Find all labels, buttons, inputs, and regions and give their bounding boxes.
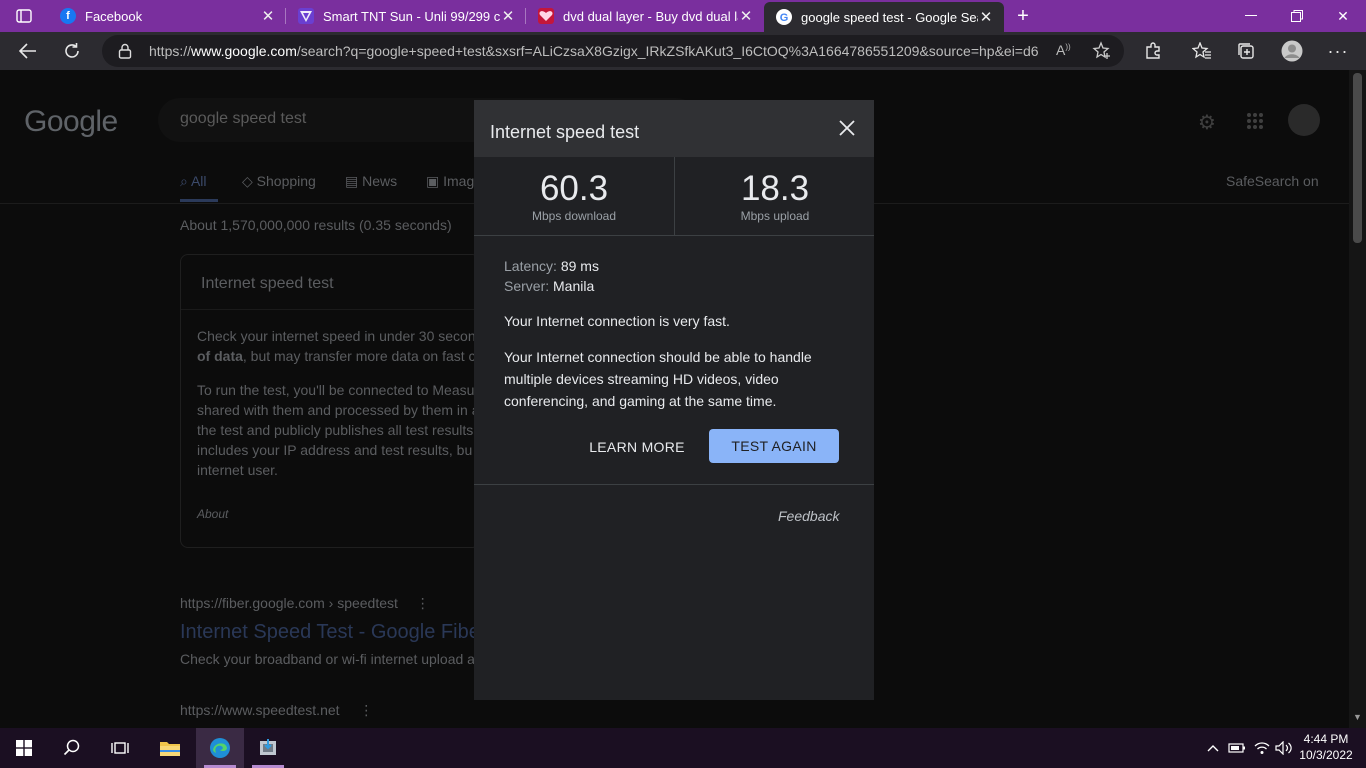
settings-gear-icon[interactable]: ⚙: [1198, 110, 1216, 135]
upload-metric: 18.3 Mbps upload: [675, 157, 875, 235]
add-favorite-icon[interactable]: [1092, 41, 1112, 66]
tab-shopping[interactable]: ◇ Shopping: [242, 173, 316, 190]
new-tab-icon[interactable]: +: [1012, 5, 1034, 27]
address-bar[interactable]: https://www.google.com/search?q=google+s…: [102, 35, 1124, 67]
apps-grid-icon[interactable]: [1246, 112, 1264, 135]
card-title: Internet speed test: [201, 275, 334, 292]
server-value: Manila: [553, 278, 595, 294]
download-unit: Mbps download: [531, 209, 617, 223]
result-stats: About 1,570,000,000 results (0.35 second…: [180, 217, 452, 233]
account-avatar[interactable]: [1288, 104, 1320, 136]
connection-verdict: Your Internet connection is very fast.: [504, 313, 730, 329]
tab-lazada[interactable]: dvd dual layer - Buy dvd dual lay ✕: [526, 0, 764, 32]
tab-title: Facebook: [85, 8, 143, 24]
app-installer-icon[interactable]: [244, 728, 292, 768]
feedback-link[interactable]: Feedback: [778, 508, 839, 524]
browser-toolbar: https://www.google.com/search?q=google+s…: [0, 32, 1366, 70]
minimize-icon[interactable]: [1228, 0, 1274, 32]
tab-title: Smart TNT Sun - Unli 99/299 cap: [323, 8, 500, 24]
latency-line: Latency: 89 ms: [504, 258, 599, 274]
close-icon[interactable]: ✕: [978, 9, 994, 26]
card-paragraph-2: To run the test, you'll be connected to …: [197, 382, 480, 478]
google-logo[interactable]: Google: [24, 105, 118, 139]
more-vert-icon[interactable]: ⋮: [416, 595, 430, 611]
test-again-button[interactable]: TEST AGAIN: [709, 429, 839, 463]
tab-title: google speed test - Google Sear: [801, 9, 978, 25]
tab-all[interactable]: ⌕ All: [180, 173, 207, 190]
google-icon: G: [776, 9, 792, 25]
search-icon[interactable]: [48, 728, 96, 768]
close-icon[interactable]: [834, 115, 860, 141]
result-2-url[interactable]: https://www.speedtest.net ⋮: [180, 702, 373, 719]
dialog-header: Internet speed test: [474, 100, 874, 157]
upload-value: 18.3: [740, 169, 810, 208]
search-query: google speed test: [180, 110, 307, 127]
tab-images[interactable]: ▣ Imag: [426, 173, 474, 190]
connection-description: Your Internet connection should be able …: [504, 349, 812, 409]
read-aloud-icon[interactable]: A)): [1056, 42, 1071, 58]
profile-avatar-icon[interactable]: [1277, 36, 1307, 66]
more-vert-icon[interactable]: ⋮: [359, 702, 373, 718]
more-options-icon[interactable]: ···: [1323, 36, 1353, 66]
scrollbar-thumb[interactable]: [1353, 73, 1362, 243]
server-line: Server: Manila: [504, 278, 595, 294]
image-icon: ▣: [426, 173, 440, 189]
page-scrollbar[interactable]: ▼: [1349, 70, 1366, 728]
extensions-icon[interactable]: [1138, 36, 1168, 66]
download-value: 60.3: [539, 169, 609, 208]
tab-title: dvd dual layer - Buy dvd dual lay: [563, 8, 738, 24]
close-icon[interactable]: ✕: [738, 8, 754, 25]
edge-browser-icon[interactable]: [196, 728, 244, 768]
window-close-icon[interactable]: ✕: [1320, 0, 1366, 32]
dialog-title: Internet speed test: [490, 122, 640, 142]
clock-date: 10/3/2022: [1299, 748, 1353, 762]
close-icon[interactable]: ✕: [500, 8, 516, 25]
learn-more-button[interactable]: LEARN MORE: [584, 430, 690, 464]
task-view-icon[interactable]: [96, 728, 144, 768]
safesearch-label[interactable]: SafeSearch on: [1226, 173, 1319, 189]
result-1-snippet: Check your broadband or wi-fi internet u…: [180, 651, 475, 667]
clock-time: 4:44 PM: [1303, 732, 1349, 746]
result-1-title[interactable]: Internet Speed Test - Google Fibe: [180, 621, 480, 644]
svg-text:G: G: [780, 12, 789, 23]
refresh-icon[interactable]: [57, 36, 87, 66]
scroll-down-arrow-icon[interactable]: ▼: [1353, 712, 1362, 722]
news-icon: ▤: [345, 173, 359, 189]
restore-icon[interactable]: [1274, 0, 1320, 32]
smart-logo-icon: [298, 8, 314, 24]
about-link[interactable]: About: [197, 507, 228, 521]
windows-start-icon[interactable]: [0, 728, 48, 768]
favorites-icon[interactable]: [1187, 36, 1217, 66]
tab-actions-icon[interactable]: [8, 5, 40, 27]
download-metric: 60.3 Mbps download: [474, 157, 674, 235]
taskbar-clock[interactable]: 4:44 PM 10/3/2022: [1296, 731, 1356, 763]
tab-facebook[interactable]: f Facebook ✕: [48, 0, 286, 32]
latency-value: 89 ms: [560, 258, 599, 274]
facebook-icon: f: [60, 8, 76, 24]
search-small-icon: ⌕: [180, 173, 188, 189]
battery-icon[interactable]: [1226, 728, 1248, 768]
lock-icon[interactable]: [118, 43, 132, 64]
result-1-url[interactable]: https://fiber.google.com › speedtest ⋮: [180, 595, 430, 612]
speedtest-card: Internet speed test Check your internet …: [180, 254, 481, 548]
close-icon[interactable]: ✕: [260, 8, 276, 25]
file-explorer-icon[interactable]: [146, 728, 194, 768]
tab-google-active[interactable]: G google speed test - Google Sear ✕: [764, 2, 1004, 32]
wifi-icon[interactable]: [1251, 728, 1273, 768]
card-paragraph-1: Check your internet speed in under 30 se…: [197, 328, 476, 364]
volume-icon[interactable]: [1273, 728, 1295, 768]
collections-icon[interactable]: [1231, 36, 1261, 66]
speed-test-dialog: Internet speed test 60.3 Mbps download 1…: [474, 100, 874, 700]
windows-taskbar: 4:44 PM 10/3/2022: [0, 728, 1366, 768]
back-arrow-icon[interactable]: [13, 36, 43, 66]
show-hidden-icons-chevron-icon[interactable]: [1203, 728, 1223, 768]
tab-smart[interactable]: Smart TNT Sun - Unli 99/299 cap ✕: [286, 0, 526, 32]
address-url[interactable]: https://www.google.com/search?q=google+s…: [149, 43, 1039, 59]
tab-news[interactable]: ▤ News: [345, 173, 397, 190]
lazada-icon: [538, 8, 554, 24]
browser-tab-bar: f Facebook ✕ Smart TNT Sun - Unli 99/299…: [0, 0, 1366, 32]
tag-icon: ◇: [242, 173, 253, 189]
upload-unit: Mbps upload: [740, 209, 810, 223]
